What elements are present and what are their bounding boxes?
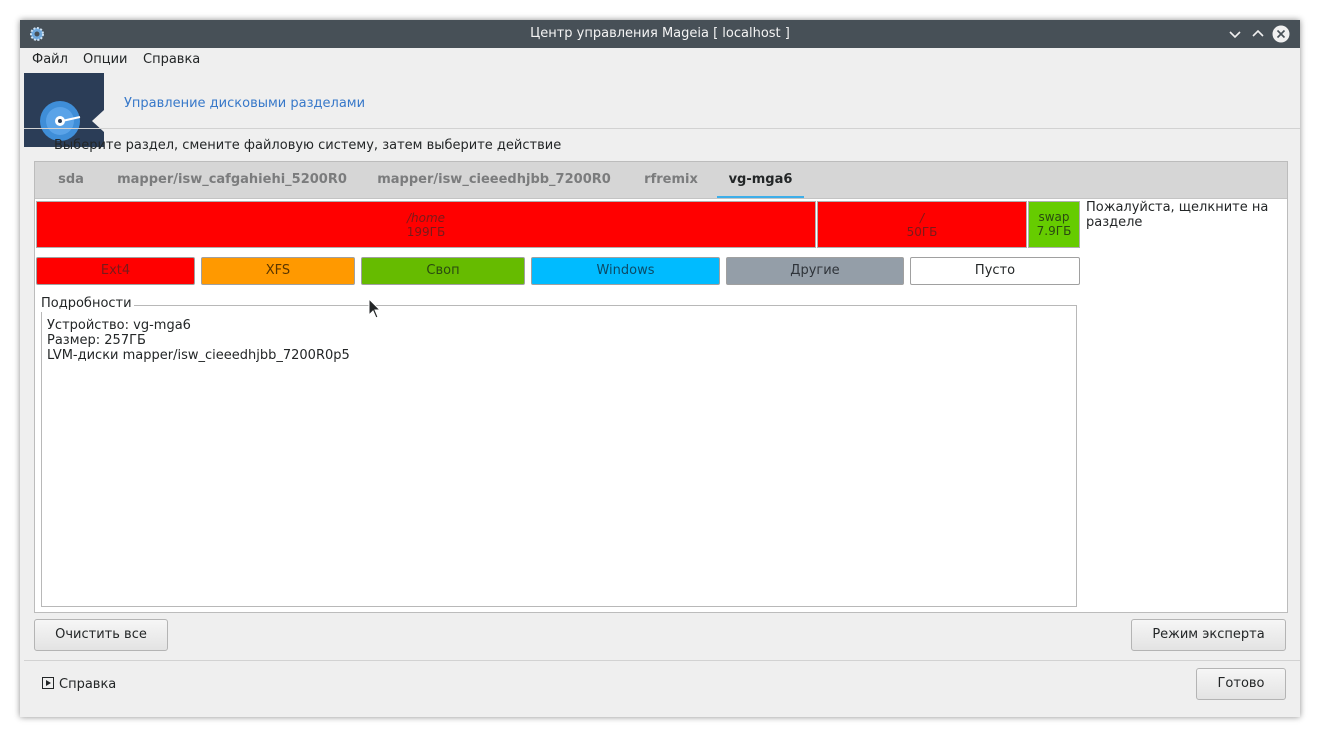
partition-size: 50ГБ — [906, 225, 938, 239]
details-box: Устройство: vg-mga6 Размер: 257ГБ LVM-ди… — [41, 305, 1077, 607]
banner-divider — [24, 128, 1300, 129]
details-label: Подробности — [41, 296, 134, 312]
detail-lvm-disks: LVM-диски mapper/isw_cieeedhjbb_7200R0p5 — [47, 348, 350, 363]
menu-bar: Файл Опции Справка — [20, 48, 1300, 72]
legend-swap[interactable]: Своп — [361, 257, 525, 285]
minimize-icon[interactable] — [1226, 25, 1244, 43]
clear-all-button[interactable]: Очистить все — [34, 619, 168, 651]
help-expander-label: Справка — [59, 677, 117, 692]
partition-hint: Пожалуйста, щелкните на разделе — [1086, 200, 1269, 230]
instruction-text: Выберите раздел, смените файловую систем… — [54, 138, 562, 153]
legend-xfs[interactable]: XFS — [201, 257, 355, 285]
maximize-icon[interactable] — [1249, 25, 1267, 43]
expand-arrow-icon — [42, 677, 54, 689]
main-window: Центр управления Mageia [ localhost ] Фа… — [20, 20, 1300, 717]
tab-rfremix[interactable]: rfremix — [633, 162, 709, 198]
legend-ext4[interactable]: Ext4 — [36, 257, 195, 285]
done-button[interactable]: Готово — [1196, 668, 1286, 700]
footer-divider — [24, 660, 1300, 661]
window-title: Центр управления Mageia [ localhost ] — [530, 26, 790, 41]
tab-isw-cafgahiehi[interactable]: mapper/isw_cafgahiehi_5200R0 — [107, 162, 357, 198]
help-expander[interactable]: Справка — [42, 676, 116, 694]
tab-isw-cieeedhjbb[interactable]: mapper/isw_cieeedhjbb_7200R0 — [369, 162, 619, 198]
menu-options[interactable]: Опции — [83, 48, 127, 72]
close-icon[interactable] — [1272, 25, 1290, 43]
detail-device: Устройство: vg-mga6 — [47, 318, 191, 333]
partition-size: 199ГБ — [406, 225, 446, 239]
expert-mode-button[interactable]: Режим эксперта — [1131, 619, 1286, 651]
partition-name: /home — [406, 211, 446, 225]
legend-empty[interactable]: Пусто — [910, 257, 1080, 285]
mouse-cursor-icon — [368, 298, 382, 319]
legend-windows[interactable]: Windows — [531, 257, 720, 285]
partition-name: swap — [1038, 210, 1070, 224]
banner-title: Управление дисковыми разделами — [124, 96, 366, 111]
tab-bar: sda mapper/isw_cafgahiehi_5200R0 mapper/… — [35, 162, 1287, 199]
legend-other[interactable]: Другие — [726, 257, 904, 285]
tab-vg-mga6[interactable]: vg-mga6 — [717, 162, 804, 198]
partition-swap[interactable]: swap 7.9ГБ — [1028, 201, 1080, 248]
disk-tabs-panel: sda mapper/isw_cafgahiehi_5200R0 mapper/… — [34, 161, 1288, 613]
partition-root[interactable]: / 50ГБ — [817, 201, 1027, 248]
title-bar[interactable]: Центр управления Mageia [ localhost ] — [20, 20, 1300, 48]
tab-sda[interactable]: sda — [45, 162, 97, 198]
partition-home[interactable]: /home 199ГБ — [36, 201, 816, 248]
menu-file[interactable]: Файл — [32, 48, 68, 72]
partition-size: 7.9ГБ — [1036, 224, 1072, 238]
menu-help[interactable]: Справка — [143, 48, 200, 72]
detail-size: Размер: 257ГБ — [47, 333, 146, 348]
partition-name: / — [919, 211, 925, 225]
